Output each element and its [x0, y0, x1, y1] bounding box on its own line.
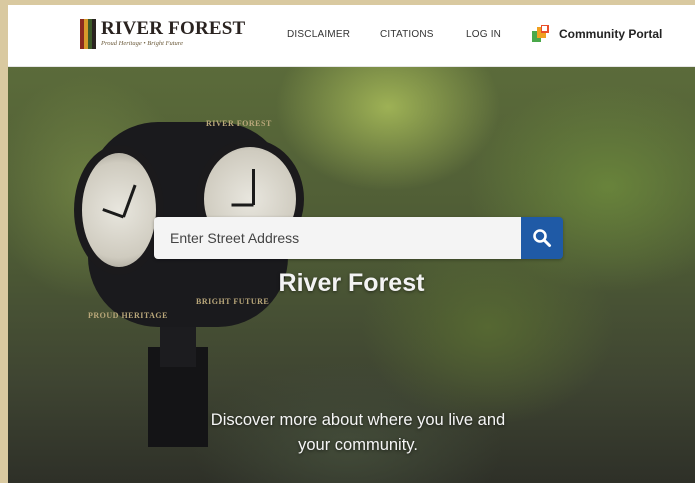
- nav-log-in[interactable]: LOG IN: [466, 29, 501, 40]
- hero-title: River Forest: [278, 269, 425, 297]
- clock-label-bottom-right: BRIGHT FUTURE: [196, 297, 270, 306]
- site-logo[interactable]: RIVER FOREST Proud Heritage • Bright Fut…: [80, 19, 245, 53]
- address-search: [154, 217, 563, 259]
- community-portal-link[interactable]: Community Portal: [532, 25, 662, 43]
- clock-label-bottom-left: PROUD HERITAGE: [88, 311, 168, 320]
- hero-subtitle: Discover more about where you live and y…: [210, 411, 506, 454]
- town-clock-image: RIVER FOREST BRIGHT FUTURE PROUD HERITAG…: [68, 97, 308, 447]
- street-address-input[interactable]: [154, 217, 521, 259]
- community-portal-label: Community Portal: [559, 27, 663, 41]
- portal-squares-icon: [532, 25, 550, 43]
- hero-section: RIVER FOREST BRIGHT FUTURE PROUD HERITAG…: [8, 67, 695, 483]
- nav-disclaimer[interactable]: DISCLAIMER: [287, 29, 350, 40]
- logo-mark-icon: [80, 19, 96, 49]
- search-icon: [533, 229, 551, 247]
- search-button[interactable]: [521, 217, 563, 259]
- page-frame: RIVER FOREST Proud Heritage • Bright Fut…: [8, 5, 695, 483]
- logo-tagline: Proud Heritage • Bright Future: [101, 40, 183, 47]
- clock-label-top: RIVER FOREST: [206, 119, 272, 128]
- nav-citations[interactable]: CITATIONS: [380, 29, 434, 40]
- logo-name: RIVER FOREST: [101, 18, 246, 39]
- header-bar: RIVER FOREST Proud Heritage • Bright Fut…: [8, 5, 695, 67]
